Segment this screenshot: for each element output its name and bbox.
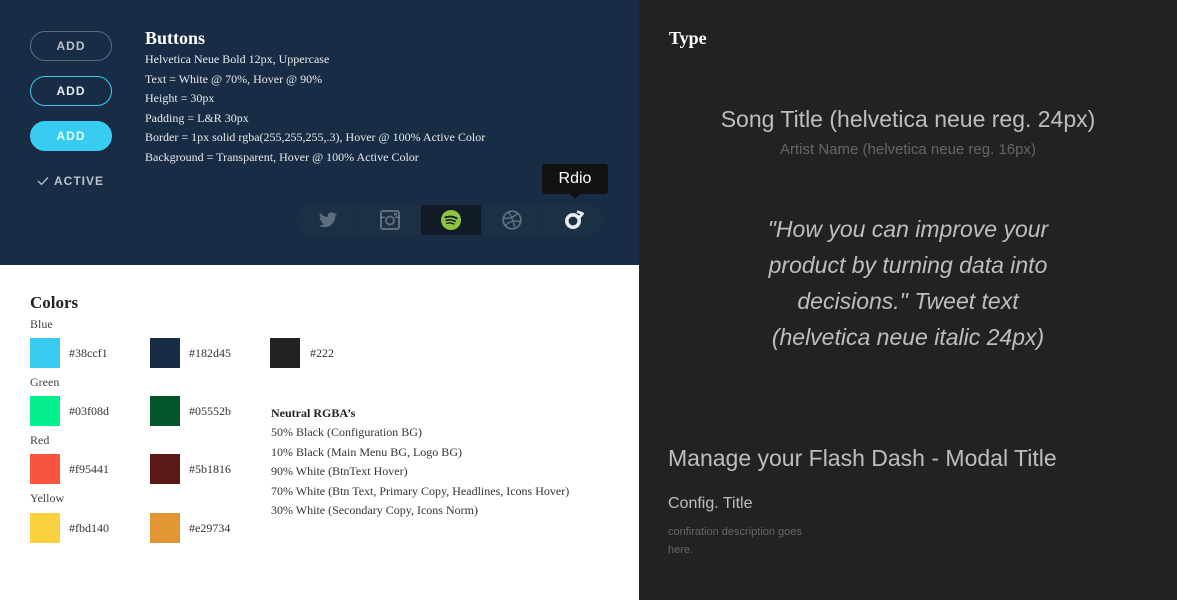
song-title-sample: Song Title (helvetica neue reg. 24px) [720, 106, 1096, 132]
hex-label: #222 [310, 346, 334, 360]
color-group-label-blue: Blue [30, 317, 53, 331]
color-group-label-yellow: Yellow [30, 491, 65, 505]
spec-line: Helvetica Neue Bold 12px, Uppercase [145, 52, 330, 66]
hex-label: #f95441 [69, 462, 109, 476]
hex-label: #05552b [189, 404, 231, 418]
spec-line: Background = Transparent, Hover @ 100% A… [145, 149, 419, 164]
spec-line: Padding = L&R 30px [145, 110, 249, 125]
instagram-icon [379, 210, 400, 230]
color-group-label-green: Green [30, 375, 60, 389]
add-button-active[interactable]: ADD [30, 121, 112, 151]
rdio-button[interactable] [542, 205, 604, 235]
spec-line: Border = 1px solid rgba(255,255,255,.3),… [145, 130, 486, 144]
color-swatch-navy [150, 338, 180, 368]
dribbble-icon [502, 210, 523, 230]
color-swatch-dark-green [150, 396, 180, 426]
color-swatch-light-red [30, 454, 60, 484]
dribbble-button[interactable] [481, 205, 542, 235]
social-icon-bar [297, 205, 604, 235]
color-swatch-dark-gray [270, 338, 300, 368]
buttons-section-title: Buttons [145, 28, 206, 48]
neutral-rgba-title: Neutral RGBA’s [271, 406, 356, 420]
hex-label: #03f08d [69, 404, 109, 418]
color-swatch-orange [150, 513, 180, 543]
spec-line: Text = White @ 70%, Hover @ 90% [145, 71, 323, 86]
instagram-button[interactable] [358, 205, 419, 235]
colors-panel: Colors Blue #38ccf1 #182d45 #222 Green #… [0, 265, 639, 600]
neutral-rgba-list: 50% Black (Configuration BG) 10% Black (… [271, 425, 569, 523]
modal-title-sample: Manage your Flash Dash - Modal Title [668, 445, 1057, 471]
config-description-sample: confiration description goes here. [668, 526, 802, 556]
twitter-button[interactable] [297, 205, 358, 235]
neutral-rgba-item: 70% White (Btn Text, Primary Copy, Headl… [271, 483, 570, 498]
colors-section-title: Colors [30, 293, 79, 312]
add-button-normal[interactable]: ADD [30, 31, 112, 61]
neutral-rgba-item: 90% White (BtnText Hover) [271, 464, 408, 478]
config-title-sample: Config. Title [668, 495, 753, 512]
type-panel: Type Song Title (helvetica neue reg. 24p… [639, 0, 1177, 600]
color-swatch-light-green [30, 396, 60, 426]
hex-label: #5b1816 [189, 462, 231, 476]
neutral-rgba-item: 30% White (Secondary Copy, Icons Norm) [271, 503, 478, 517]
color-swatch-dark-red [150, 454, 180, 484]
active-state-label: ACTIVE [54, 174, 105, 188]
checkmark-icon [37, 176, 49, 186]
add-button-hover[interactable]: ADD [30, 76, 112, 106]
artist-name-sample: Artist Name (helvetica neue reg. 16px) [780, 141, 1036, 158]
spotify-icon [440, 210, 461, 230]
spec-line: Height = 30px [145, 91, 215, 105]
color-group-label-red: Red [30, 433, 50, 447]
rdio-icon [564, 210, 584, 230]
neutral-rgba-item: 50% Black (Configuration BG) [271, 425, 422, 439]
hex-label: #38ccf1 [69, 346, 108, 360]
rdio-tooltip: Rdio [542, 164, 608, 199]
spotify-button[interactable] [419, 205, 482, 235]
hex-label: #fbd140 [69, 521, 109, 535]
color-swatch-yellow [30, 513, 60, 543]
neutral-rgba-item: 10% Black (Main Menu BG, Logo BG) [271, 444, 462, 459]
tweet-text-sample: "How you can improve your product by tur… [767, 216, 1049, 350]
buttons-spec-list: Helvetica Neue Bold 12px, Uppercase Text… [145, 51, 485, 168]
hex-label: #182d45 [189, 346, 231, 360]
active-state-toggle[interactable]: ACTIVE [37, 173, 104, 189]
twitter-icon [318, 211, 338, 229]
color-swatch-light-blue [30, 338, 60, 368]
buttons-panel: ADD ADD ADD ACTIVE Buttons Helvetica Neu… [0, 0, 639, 265]
type-section-title: Type [669, 28, 707, 48]
hex-label: #e29734 [189, 521, 231, 535]
